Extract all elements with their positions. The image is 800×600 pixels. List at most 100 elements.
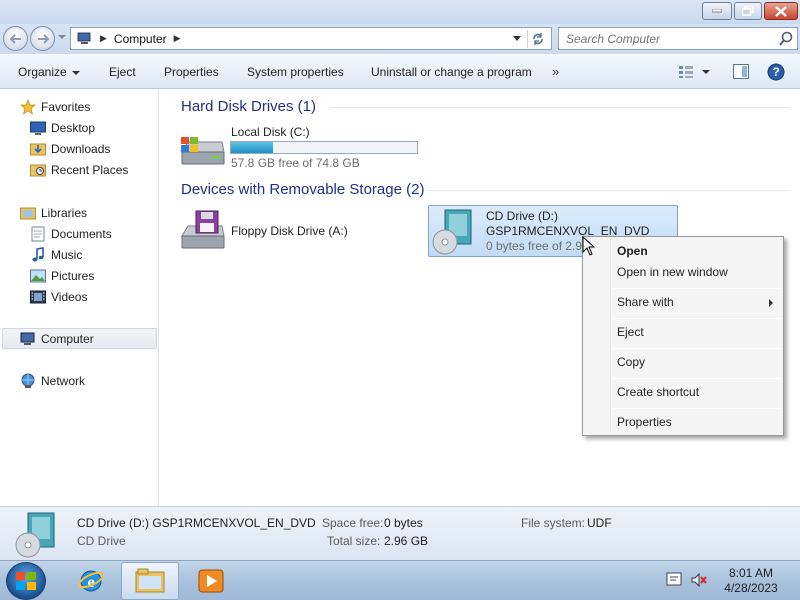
minimize-icon — [712, 9, 722, 13]
drive-d-name: CD Drive (D:) — [486, 209, 558, 223]
chevron-down-icon — [71, 70, 80, 75]
view-options-dropdown[interactable] — [702, 70, 710, 74]
breadcrumb-computer[interactable]: Computer — [114, 32, 167, 46]
menu-item-open[interactable]: Open — [617, 244, 648, 258]
refresh-icon — [532, 33, 543, 45]
clock-time: 8:01 AM — [728, 566, 774, 580]
details-type: CD Drive — [77, 534, 126, 548]
clock-date: 4/28/2023 — [724, 581, 778, 595]
forward-arrow-icon — [37, 33, 49, 44]
minimize-button[interactable] — [702, 2, 732, 20]
nav-downloads[interactable]: Downloads — [30, 140, 110, 158]
nav-libraries-label: Libraries — [41, 206, 88, 220]
address-bar[interactable]: ▶ Computer ▶ — [70, 27, 552, 50]
group-header-removable-storage[interactable]: Devices with Removable Storage (2) — [181, 181, 424, 198]
nav-network-label: Network — [41, 374, 86, 388]
nav-computer[interactable]: Computer — [20, 330, 94, 348]
cd-drive-icon — [15, 512, 55, 558]
internet-explorer-icon: e — [78, 570, 104, 592]
menu-item-copy[interactable]: Copy — [617, 355, 645, 369]
media-player-icon — [198, 569, 224, 593]
group-header-hard-disk-drives[interactable]: Hard Disk Drives (1) — [181, 98, 316, 115]
menu-separator — [613, 348, 781, 349]
taskbar-media-player[interactable] — [182, 562, 240, 600]
restore-button[interactable] — [734, 2, 762, 20]
drive-local-disk-c[interactable]: Local Disk (C:) 57.8 GB free of 74.8 GB — [176, 122, 436, 172]
restore-icon — [742, 6, 754, 16]
drive-floppy-a[interactable]: Floppy Disk Drive (A:) — [176, 208, 416, 254]
menu-item-properties[interactable]: Properties — [617, 415, 672, 429]
music-note-icon — [30, 247, 46, 263]
star-icon — [20, 99, 36, 115]
network-icon — [20, 373, 36, 389]
recent-pages-dropdown[interactable] — [58, 35, 66, 39]
menu-separator — [613, 378, 781, 379]
back-button[interactable] — [3, 26, 28, 51]
nav-recent-places[interactable]: Recent Places — [30, 161, 128, 179]
details-title: CD Drive (D:) GSP1RMCENXVOL_EN_DVD — [77, 516, 316, 530]
more-commands-button[interactable]: » — [552, 64, 559, 79]
title-bar — [0, 0, 800, 24]
eject-button[interactable]: Eject — [109, 65, 136, 79]
hard-drive-icon — [181, 137, 225, 165]
menu-item-create-shortcut[interactable]: Create shortcut — [617, 385, 699, 399]
nav-desktop[interactable]: Desktop — [30, 119, 95, 137]
nav-videos[interactable]: Videos — [30, 288, 87, 306]
system-properties-button[interactable]: System properties — [247, 65, 344, 79]
properties-button[interactable]: Properties — [164, 65, 219, 79]
menu-item-share-with[interactable]: Share with — [617, 295, 674, 309]
nav-downloads-label: Downloads — [51, 142, 111, 156]
close-button[interactable] — [764, 2, 798, 20]
nav-music-label: Music — [51, 248, 83, 262]
context-menu: Open Open in new window Share with Eject… — [582, 236, 784, 436]
organize-button[interactable]: Organize — [18, 65, 80, 79]
nav-computer-label: Computer — [41, 332, 94, 346]
cd-drive-icon — [432, 209, 472, 255]
libraries-icon — [20, 205, 36, 221]
nav-favorites[interactable]: Favorites — [20, 98, 90, 116]
preview-pane-icon[interactable] — [733, 64, 749, 80]
nav-videos-label: Videos — [51, 290, 88, 304]
search-input[interactable] — [559, 28, 769, 49]
forward-button[interactable] — [30, 26, 55, 51]
refresh-button[interactable] — [527, 30, 547, 48]
change-view-icon[interactable] — [678, 65, 694, 79]
taskbar-internet-explorer[interactable]: e — [62, 562, 120, 600]
pictures-icon — [30, 268, 46, 284]
drive-c-name: Local Disk (C:) — [231, 125, 310, 139]
menu-item-eject[interactable]: Eject — [617, 325, 644, 339]
system-clock[interactable]: 8:01 AM 4/28/2023 — [718, 566, 784, 596]
taskbar-windows-explorer[interactable] — [121, 562, 179, 600]
computer-icon — [20, 331, 36, 347]
desktop-icon — [30, 120, 46, 136]
menu-separator — [613, 288, 781, 289]
nav-documents[interactable]: Documents — [30, 225, 112, 243]
menu-item-open-new-window[interactable]: Open in new window — [617, 265, 728, 279]
command-bar: Organize Eject Properties System propert… — [0, 55, 800, 89]
menu-separator — [613, 318, 781, 319]
search-box[interactable] — [558, 27, 798, 50]
nav-pictures[interactable]: Pictures — [30, 267, 94, 285]
start-button[interactable] — [6, 562, 46, 600]
breadcrumb-arrow-icon[interactable]: ▶ — [174, 33, 181, 44]
uninstall-program-button[interactable]: Uninstall or change a program — [371, 65, 532, 79]
address-row: ▶ Computer ▶ — [0, 24, 800, 54]
folder-icon — [135, 568, 165, 593]
nav-network[interactable]: Network — [20, 372, 85, 390]
search-icon[interactable] — [779, 31, 793, 46]
drive-c-capacity-bar — [230, 141, 418, 154]
nav-music[interactable]: Music — [30, 246, 82, 264]
file-system-value: UDF — [587, 516, 612, 530]
floppy-drive-icon — [181, 210, 225, 249]
help-icon[interactable]: ? — [767, 63, 785, 81]
mouse-cursor-icon — [582, 236, 596, 256]
space-free-value: 0 bytes — [384, 516, 423, 530]
volume-muted-icon[interactable] — [690, 572, 708, 588]
nav-libraries[interactable]: Libraries — [20, 204, 87, 222]
action-center-icon[interactable] — [666, 572, 682, 588]
organize-label: Organize — [18, 65, 67, 79]
address-dropdown[interactable] — [513, 36, 521, 41]
breadcrumb-arrow-icon[interactable]: ▶ — [100, 33, 107, 44]
nav-recent-label: Recent Places — [51, 163, 129, 177]
documents-icon — [30, 226, 46, 242]
